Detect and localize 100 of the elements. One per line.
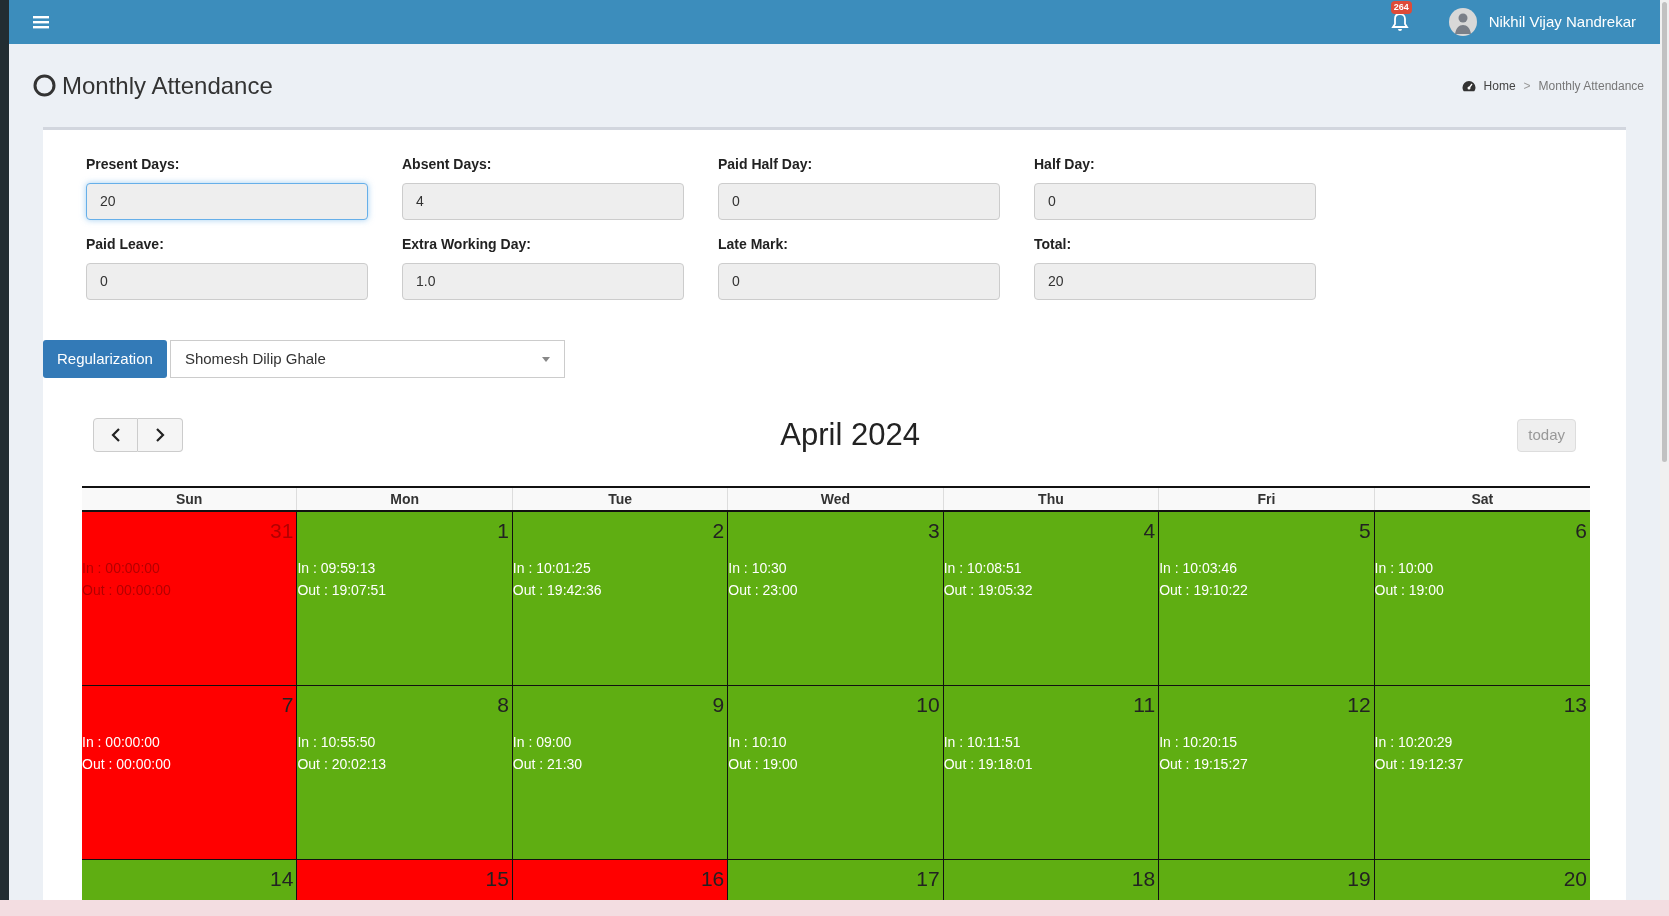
check-in-time: In : 10:11:51	[943, 733, 1022, 752]
weekday-header: Sun	[82, 488, 298, 510]
day-number: 2	[712, 518, 725, 544]
check-in-time: In : 10:20:15	[1159, 733, 1238, 752]
day-number: 14	[270, 866, 294, 892]
regularization-button[interactable]: Regularization	[43, 340, 167, 378]
day-cell[interactable]: 10 In : 10:10 Out : 19:00	[728, 686, 944, 859]
weekday-header: Wed	[728, 488, 944, 510]
check-in-time: In : 10:10	[728, 733, 788, 752]
readonly-field[interactable]: 0	[86, 263, 368, 300]
weekday-header: Thu	[943, 488, 1160, 510]
day-number: 3	[928, 518, 940, 544]
check-out-time: Out : 19:10:22	[1159, 581, 1248, 600]
day-cell[interactable]: 5 In : 10:03:46 Out : 19:10:22	[1159, 512, 1375, 685]
day-cell[interactable]: 20	[1374, 860, 1590, 900]
field-label: Total:	[1034, 235, 1073, 254]
chevron-left-icon	[110, 428, 121, 442]
select-value: Shomesh Dilip Ghale	[184, 348, 327, 369]
day-cell[interactable]: 2 In : 10:01:25 Out : 19:42:36	[512, 512, 729, 685]
menu-icon[interactable]	[33, 15, 49, 29]
breadcrumb-separator: >	[1523, 77, 1531, 95]
day-cell[interactable]: 4 In : 10:08:51 Out : 19:05:32	[943, 512, 1160, 685]
check-out-time: Out : 19:42:36	[512, 581, 602, 600]
check-out-time: Out : 20:02:13	[297, 755, 387, 774]
weekday-header: Tue	[512, 488, 729, 510]
readonly-field[interactable]: 4	[402, 183, 684, 220]
day-cell[interactable]: 13 In : 10:20:29 Out : 19:12:37	[1374, 686, 1590, 859]
calendar-title: April 2024	[780, 415, 920, 454]
check-out-time: Out : 19:07:51	[297, 581, 387, 600]
day-cell[interactable]: 18	[943, 860, 1160, 900]
breadcrumb-link[interactable]: Home	[1483, 76, 1516, 95]
check-out-time: Out : 19:12:37	[1374, 755, 1464, 774]
day-number: 13	[1563, 692, 1587, 718]
day-cell[interactable]: 7 In : 00:00:00 Out : 00:00:00	[82, 686, 298, 859]
avatar-icon[interactable]	[1448, 8, 1477, 36]
day-number: 6	[1575, 518, 1587, 544]
day-cell[interactable]: 19	[1159, 860, 1375, 900]
day-number: 16	[700, 866, 725, 892]
field-label: Extra Working Day:	[402, 235, 532, 254]
field-label: Half Day:	[1034, 155, 1096, 174]
day-cell[interactable]: 12 In : 10:20:15 Out : 19:15:27	[1159, 686, 1375, 859]
dropdown-caret-icon	[541, 356, 550, 362]
page-title: Monthly Attendance	[62, 70, 273, 101]
day-number: 10	[916, 692, 940, 718]
day-number: 11	[1133, 692, 1156, 718]
day-number: 20	[1563, 866, 1587, 892]
dashboard-icon	[1461, 79, 1476, 92]
employee-select[interactable]: Shomesh Dilip Ghale	[169, 340, 565, 378]
field-label: Absent Days:	[402, 155, 493, 174]
day-number: 12	[1347, 692, 1371, 718]
check-in-time: In : 10:03:46	[1159, 559, 1238, 578]
day-number: 17	[916, 866, 940, 892]
readonly-field[interactable]: 20	[1034, 263, 1316, 300]
day-number: 9	[712, 692, 725, 718]
check-out-time: Out : 23:00	[728, 581, 798, 600]
day-number: 1	[497, 518, 509, 544]
check-out-time: Out : 19:05:32	[943, 581, 1033, 600]
day-number: 4	[1143, 518, 1156, 544]
check-out-time: Out : 00:00:00	[82, 755, 171, 774]
readonly-field[interactable]: 20	[86, 183, 368, 220]
check-in-time: In : 00:00:00	[82, 559, 161, 578]
day-number: 5	[1358, 518, 1371, 544]
check-in-time: In : 10:08:51	[943, 559, 1023, 578]
day-cell[interactable]: 11 In : 10:11:51 Out : 19:18:01	[943, 686, 1160, 859]
day-number: 15	[485, 866, 509, 892]
weekday-header: Mon	[297, 488, 513, 510]
day-cell[interactable]: 3 In : 10:30 Out : 23:00	[728, 512, 944, 685]
day-cell[interactable]: 8 In : 10:55:50 Out : 20:02:13	[297, 686, 513, 859]
check-out-time: Out : 19:18:01	[943, 755, 1033, 774]
day-cell[interactable]: 14	[82, 860, 298, 900]
check-in-time: In : 10:01:25	[512, 559, 592, 578]
previous-button[interactable]	[93, 418, 138, 452]
notification-count: 264	[1390, 1, 1412, 14]
readonly-field[interactable]: 1.0	[402, 263, 684, 300]
readonly-field[interactable]: 0	[718, 183, 1000, 220]
check-in-time: In : 09:59:13	[297, 559, 377, 578]
day-cell[interactable]: 6 In : 10:00 Out : 19:00	[1374, 512, 1590, 685]
check-in-time: In : 10:20:29	[1374, 733, 1454, 752]
user-name[interactable]: Nikhil Vijay Nandrekar	[1488, 10, 1636, 34]
day-cell[interactable]: 17	[728, 860, 944, 900]
day-number: 31	[270, 518, 294, 544]
day-cell[interactable]: 16	[512, 860, 729, 900]
circle-icon	[33, 74, 56, 97]
day-cell[interactable]: 15	[297, 860, 513, 900]
field-label: Paid Half Day:	[718, 155, 814, 174]
readonly-field[interactable]: 0	[1034, 183, 1316, 220]
next-button[interactable]	[138, 418, 183, 452]
check-in-time: In : 00:00:00	[82, 733, 161, 752]
breadcrumb-current: Monthly Attendance	[1538, 77, 1644, 95]
readonly-field[interactable]: 0	[718, 263, 1000, 300]
day-cell[interactable]: 9 In : 09:00 Out : 21:30	[512, 686, 729, 859]
day-number: 18	[1131, 866, 1156, 892]
field-label: Present Days:	[86, 155, 181, 174]
day-number: 19	[1347, 866, 1371, 892]
bell-icon[interactable]	[1390, 12, 1409, 32]
check-out-time: Out : 19:00	[1374, 581, 1444, 600]
chevron-right-icon	[155, 428, 165, 442]
check-out-time: Out : 21:30	[512, 755, 583, 774]
check-out-time: Out : 19:00	[728, 755, 798, 774]
day-cell[interactable]: 1 In : 09:59:13 Out : 19:07:51	[297, 512, 513, 685]
